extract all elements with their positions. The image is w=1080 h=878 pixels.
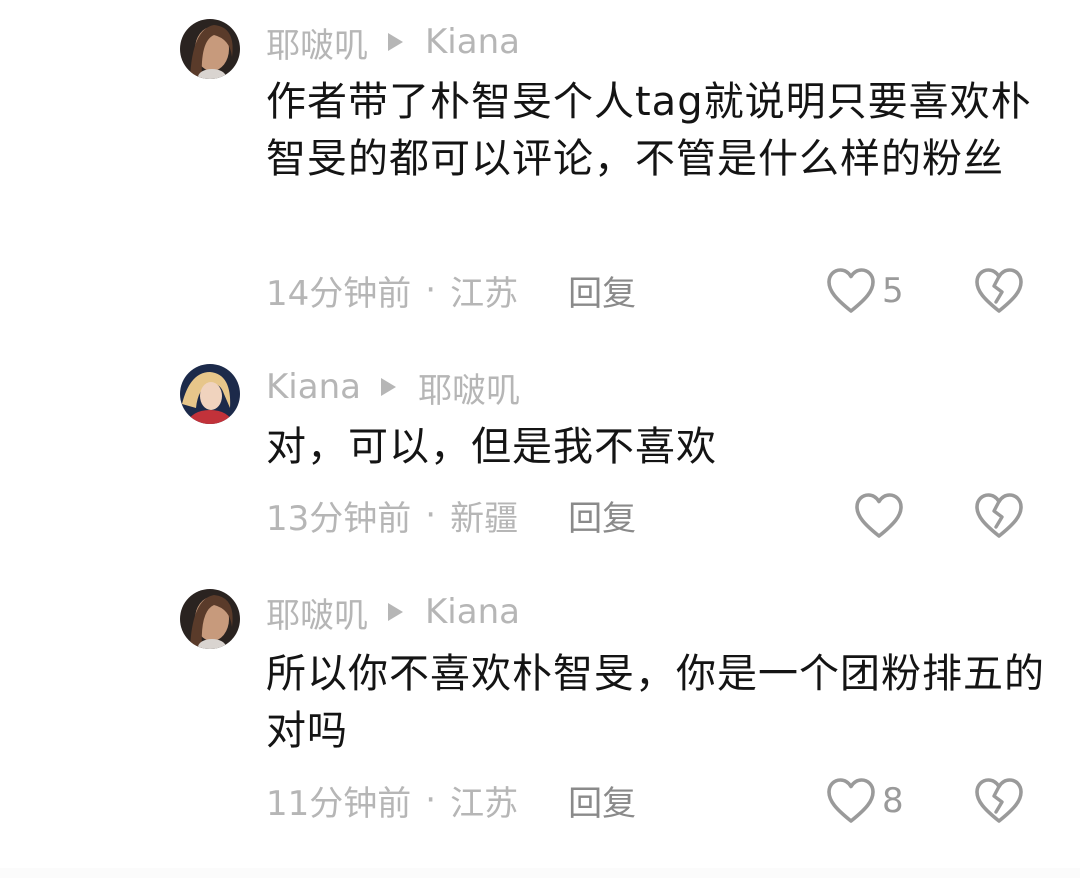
comment-header: 耶啵叽 Kiana — [266, 18, 520, 67]
dislike-button[interactable] — [974, 491, 1024, 541]
reply-to-name[interactable]: Kiana — [425, 592, 520, 632]
heart-outline-icon — [855, 493, 903, 538]
timestamp: 11分钟前 — [266, 783, 412, 824]
comment-meta: 11分钟前 · 江苏 回复 — [266, 776, 636, 825]
location: 新疆 — [450, 498, 519, 539]
play-arrow-icon — [388, 603, 403, 621]
like-count: 5 — [882, 271, 904, 311]
author-name[interactable]: 耶啵叽 — [266, 18, 368, 67]
play-arrow-icon — [380, 378, 396, 396]
comment-meta: 14分钟前 · 江苏 回复 — [266, 266, 636, 315]
like-count: 8 — [882, 781, 904, 821]
author-name[interactable]: 耶啵叽 — [266, 588, 368, 637]
location: 江苏 — [450, 783, 519, 824]
comment-text: 所以你不喜欢朴智旻，你是一个团粉排五的对吗 — [266, 651, 1045, 754]
avatar[interactable] — [180, 19, 240, 79]
avatar[interactable] — [180, 364, 240, 424]
heart-outline-icon — [827, 778, 875, 823]
reply-to-name[interactable]: 耶啵叽 — [418, 363, 520, 412]
comment-text: 作者带了朴智旻个人tag就说明只要喜欢朴智旻的都可以评论，不管是什么样的粉丝 — [266, 79, 1032, 182]
comment-header: Kiana 耶啵叽 — [266, 363, 520, 412]
dislike-button[interactable] — [974, 776, 1024, 826]
separator: · — [425, 495, 437, 535]
timestamp: 14分钟前 — [266, 273, 412, 314]
location: 江苏 — [450, 273, 519, 314]
broken-heart-icon — [975, 778, 1023, 823]
separator: · — [425, 270, 437, 310]
reply-to-name[interactable]: Kiana — [425, 22, 520, 62]
list-bottom-edge — [0, 868, 1080, 878]
broken-heart-icon — [975, 268, 1023, 313]
like-button[interactable]: 8 — [826, 776, 904, 826]
comment-header: 耶啵叽 Kiana — [266, 588, 520, 637]
like-button[interactable]: 5 — [826, 266, 904, 316]
avatar[interactable] — [180, 589, 240, 649]
like-button[interactable] — [854, 491, 910, 541]
heart-outline-icon — [827, 268, 875, 313]
play-arrow-icon — [388, 33, 403, 51]
timestamp: 13分钟前 — [266, 498, 412, 539]
separator: · — [425, 780, 437, 820]
reply-button[interactable]: 回复 — [568, 491, 636, 540]
comment-meta: 13分钟前 · 新疆 回复 — [266, 491, 636, 540]
broken-heart-icon — [975, 493, 1023, 538]
reply-button[interactable]: 回复 — [568, 266, 636, 315]
author-name[interactable]: Kiana — [266, 367, 361, 407]
dislike-button[interactable] — [974, 266, 1024, 316]
reply-button[interactable]: 回复 — [568, 776, 636, 825]
comment-text: 对，可以，但是我不喜欢 — [266, 424, 717, 470]
